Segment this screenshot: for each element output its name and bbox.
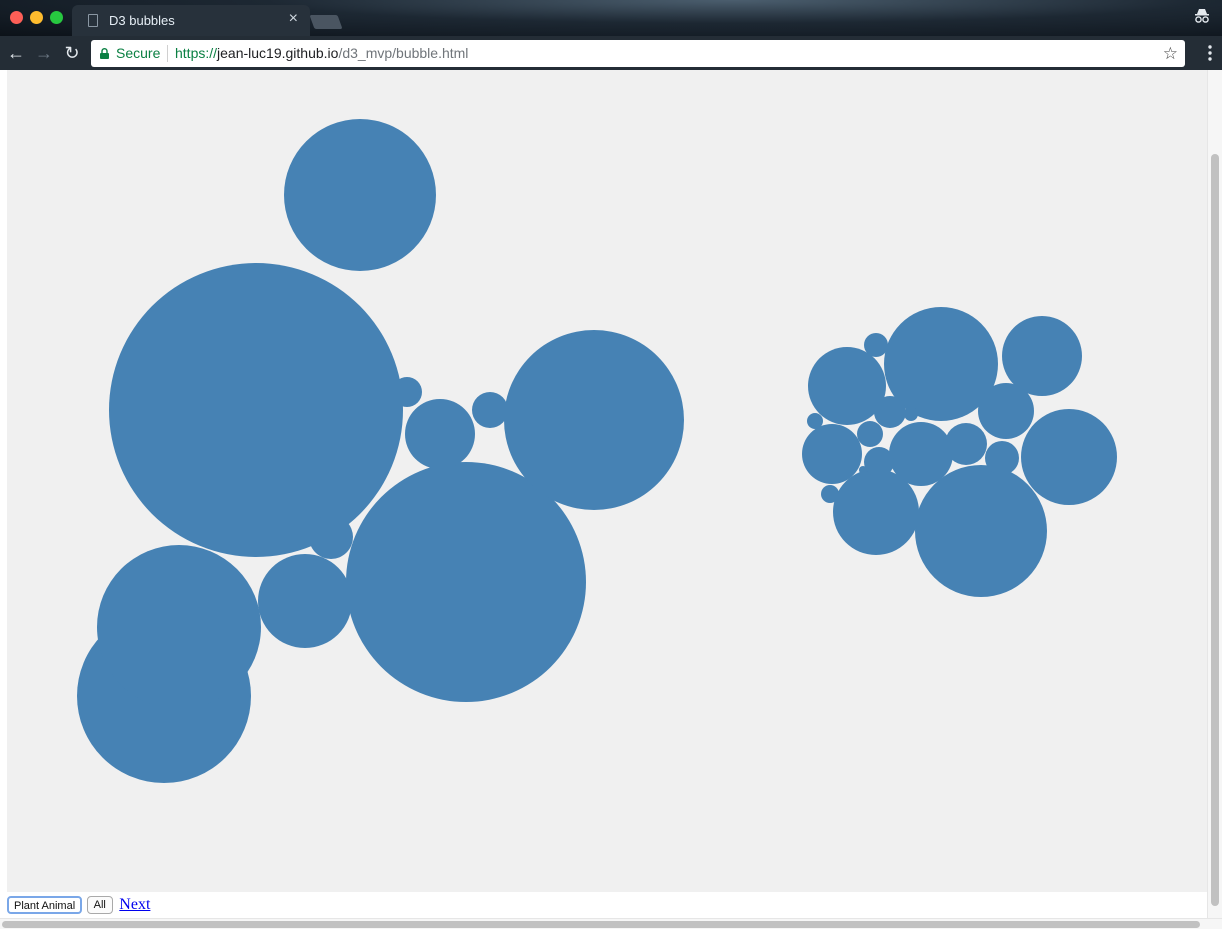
new-tab-button[interactable] xyxy=(309,15,343,29)
browser-toolbar: ← → ↻ Secure https://jean-luc19.github.i… xyxy=(0,36,1222,70)
bubble-chart-area xyxy=(7,70,1207,892)
tab-title: D3 bubbles xyxy=(109,13,175,28)
animal-bubble-23[interactable] xyxy=(874,396,906,428)
horizontal-scrollbar[interactable] xyxy=(0,918,1222,929)
vertical-scrollbar[interactable] xyxy=(1207,70,1222,918)
animal-bubble-28[interactable] xyxy=(807,413,823,429)
plant-bubble-6[interactable] xyxy=(284,119,436,271)
animal-bubble-12[interactable] xyxy=(915,465,1047,597)
tab-close-icon[interactable]: × xyxy=(289,10,298,28)
animal-bubble-18[interactable] xyxy=(889,422,953,486)
animal-bubble-22[interactable] xyxy=(985,441,1019,475)
reload-button[interactable]: ↻ xyxy=(62,43,82,63)
animal-bubble-25[interactable] xyxy=(857,421,883,447)
lock-icon xyxy=(100,48,109,59)
animal-bubble-30[interactable] xyxy=(859,466,867,474)
animal-bubble-16[interactable] xyxy=(1002,316,1082,396)
plant-bubble-10[interactable] xyxy=(472,392,508,428)
browser-tab[interactable]: D3 bubbles × xyxy=(72,5,310,36)
url-text[interactable]: https://jean-luc19.github.io/d3_mvp/bubb… xyxy=(175,45,468,61)
plant-bubble-9[interactable] xyxy=(309,515,353,559)
next-link[interactable]: Next xyxy=(119,896,150,914)
url-scheme: https:// xyxy=(175,45,218,61)
omnibox-divider xyxy=(167,45,168,62)
animal-bubble-14[interactable] xyxy=(1021,409,1117,505)
page-viewport: Plant Animal All Next xyxy=(0,70,1222,929)
plant-bubble-1[interactable] xyxy=(109,263,403,557)
animal-bubble-24[interactable] xyxy=(864,447,894,477)
incognito-icon xyxy=(1195,9,1209,23)
plant-bubble-7[interactable] xyxy=(258,554,352,648)
animal-bubble-27[interactable] xyxy=(821,485,839,503)
secure-label: Secure xyxy=(116,45,161,61)
plant-bubble-5[interactable] xyxy=(97,545,261,709)
maximize-window-button[interactable] xyxy=(50,11,63,24)
plant-bubble-8[interactable] xyxy=(405,399,475,469)
horizontal-scrollbar-thumb[interactable] xyxy=(2,921,1200,928)
page-icon xyxy=(88,14,98,27)
browser-menu-icon[interactable] xyxy=(1208,44,1212,62)
animal-bubble-21[interactable] xyxy=(945,423,987,465)
url-path: /d3_mvp/bubble.html xyxy=(338,45,469,61)
browser-titlebar: D3 bubbles × xyxy=(0,0,1222,36)
plant-bubble-11[interactable] xyxy=(392,377,422,407)
url-host: jean-luc19.github.io xyxy=(217,45,339,61)
all-button[interactable]: All xyxy=(86,896,113,914)
animal-bubble-26[interactable] xyxy=(864,333,888,357)
forward-button[interactable]: → xyxy=(34,43,54,63)
plant-bubble-3[interactable] xyxy=(504,330,684,510)
chart-controls: Plant Animal All Next xyxy=(7,896,150,916)
vertical-scrollbar-thumb[interactable] xyxy=(1211,154,1219,906)
bookmark-star-icon[interactable]: ☆ xyxy=(1163,44,1178,64)
address-bar[interactable]: Secure https://jean-luc19.github.io/d3_m… xyxy=(91,40,1185,67)
back-button[interactable]: ← xyxy=(6,43,26,63)
animal-bubble-29[interactable] xyxy=(904,407,918,421)
plant-animal-button[interactable]: Plant Animal xyxy=(7,896,83,914)
animal-bubble-19[interactable] xyxy=(802,424,862,484)
animal-bubble-20[interactable] xyxy=(978,383,1034,439)
minimize-window-button[interactable] xyxy=(30,11,43,24)
close-window-button[interactable] xyxy=(10,11,23,24)
bubble-chart xyxy=(77,119,1117,783)
